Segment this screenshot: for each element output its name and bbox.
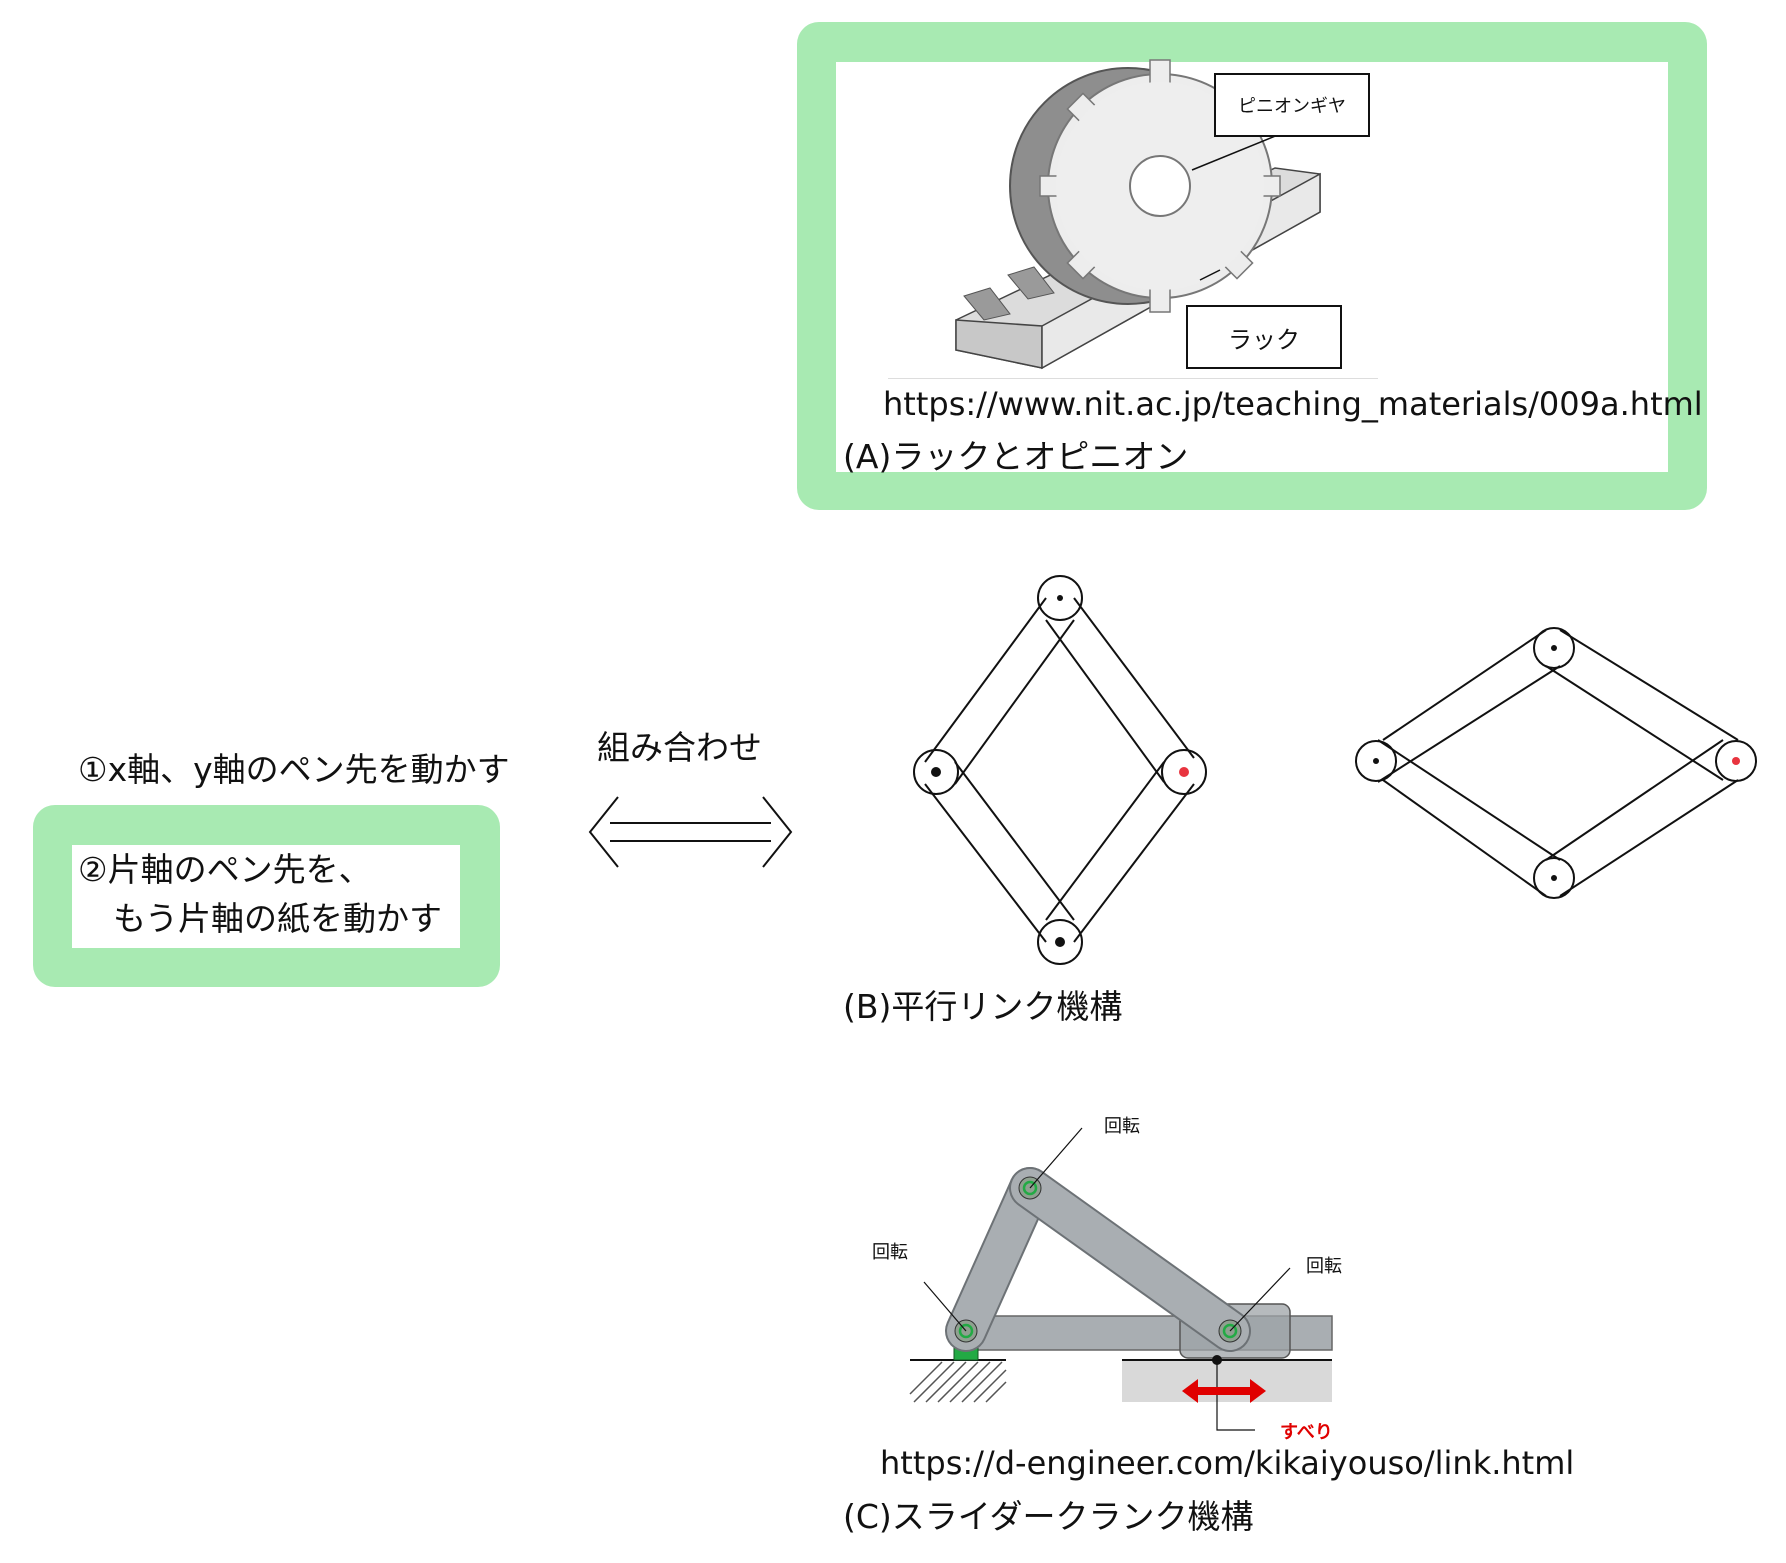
rotation-label-left: 回転: [872, 1242, 908, 1263]
slide-label: すべり: [1280, 1422, 1333, 1443]
figure-c-url: https://d-engineer.com/kikaiyouso/link.h…: [880, 1444, 1575, 1482]
rotation-label-right: 回転: [1306, 1256, 1342, 1277]
parallel-link-vertical: [913, 575, 1207, 965]
figure-a-divider: [888, 378, 1378, 379]
figure-a-caption: (A)ラックとオピニオン: [843, 437, 1189, 476]
figure-c-caption: (C)スライダークランク機構: [843, 1497, 1254, 1536]
rotation-label-top: 回転: [1104, 1116, 1140, 1137]
figure-a-url: https://www.nit.ac.jp/teaching_materials…: [883, 385, 1703, 423]
item-2-line-1: ②片軸のペン先を、: [78, 850, 372, 889]
item-1-text: ①x軸、y軸のペン先を動かす: [78, 750, 510, 789]
rack-label: ラック: [1228, 325, 1300, 354]
figure-b-caption: (B)平行リンク機構: [843, 987, 1123, 1026]
combine-label: 組み合わせ: [597, 728, 762, 767]
fixed-ground-icon: [909, 1359, 1007, 1403]
parallel-link-flattened: [1355, 627, 1757, 899]
double-arrow-icon: [588, 796, 793, 868]
rack-label-box: ラック: [1186, 305, 1342, 369]
slider-crank-illustration: [909, 1127, 1333, 1431]
item-2-line-2: もう片軸の紙を動かす: [113, 899, 443, 938]
pinion-label: ピニオンギヤ: [1238, 96, 1346, 117]
pinion-label-box: ピニオンギヤ: [1214, 73, 1370, 137]
